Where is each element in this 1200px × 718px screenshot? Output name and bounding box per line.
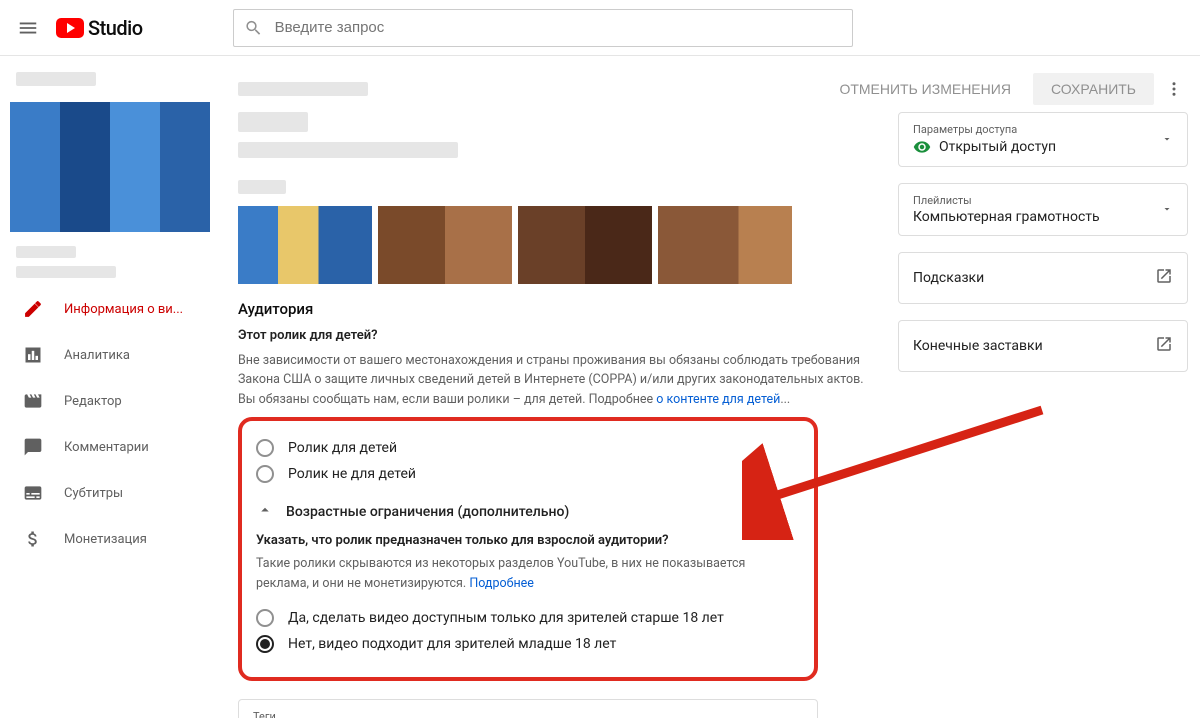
- chat-icon: [22, 436, 44, 458]
- youtube-icon: [56, 18, 84, 38]
- dropdown-arrow-icon: [1161, 200, 1173, 219]
- coppa-link[interactable]: о контенте для детей: [656, 392, 780, 407]
- more-options-icon[interactable]: [1164, 80, 1184, 98]
- thumbnail-option[interactable]: [658, 206, 792, 284]
- sidebar-item-label: Комментарии: [64, 440, 149, 455]
- radio-label: Ролик для детей: [288, 440, 397, 456]
- visibility-card[interactable]: Параметры доступа Открытый доступ: [898, 112, 1188, 167]
- cards-card[interactable]: Подсказки: [898, 252, 1188, 304]
- sidebar-item-comments[interactable]: Комментарии: [0, 424, 220, 470]
- sidebar-item-label: Редактор: [64, 394, 122, 409]
- save-button[interactable]: СОХРАНИТЬ: [1033, 73, 1154, 105]
- radio-adult-yes[interactable]: Да, сделать видео доступным только для з…: [256, 609, 800, 627]
- radio-adult-no[interactable]: Нет, видео подходит для зрителей младше …: [256, 635, 800, 653]
- search-icon: [244, 18, 263, 38]
- dropdown-arrow-icon: [1161, 130, 1173, 149]
- clapper-icon: [22, 390, 44, 412]
- sidebar-item-subtitles[interactable]: Субтитры: [0, 470, 220, 516]
- visibility-public-icon: [913, 138, 931, 156]
- playlists-value: Компьютерная грамотность: [913, 209, 1100, 225]
- playlists-label: Плейлисты: [913, 194, 1100, 207]
- video-thumbnail-large: [10, 102, 210, 232]
- subtitle-icon: [22, 482, 44, 504]
- radio-icon-checked: [256, 635, 274, 653]
- age-question: Указать, что ролик предназначен только д…: [256, 533, 800, 548]
- radio-label: Нет, видео подходит для зрителей младше …: [288, 636, 616, 652]
- highlighted-settings-box: Ролик для детей Ролик не для детей Возра…: [238, 417, 818, 681]
- sidebar-item-label: Субтитры: [64, 486, 123, 501]
- sidebar-item-label: Аналитика: [64, 348, 130, 363]
- radio-for-kids[interactable]: Ролик для детей: [256, 439, 800, 457]
- tags-field[interactable]: Теги: [238, 699, 818, 718]
- sidebar: Информация о ви... Аналитика Редактор Ко…: [0, 56, 220, 718]
- logo-text: Studio: [88, 16, 143, 40]
- radio-icon: [256, 439, 274, 457]
- age-restriction-expander[interactable]: Возрастные ограничения (дополнительно): [256, 501, 800, 523]
- sidebar-item-label: Информация о ви...: [64, 302, 183, 317]
- sidebar-item-editor[interactable]: Редактор: [0, 378, 220, 424]
- age-description: Такие ролики скрываются из некоторых раз…: [256, 554, 800, 593]
- end-screens-label: Конечные заставки: [913, 338, 1043, 354]
- end-screens-card[interactable]: Конечные заставки: [898, 320, 1188, 372]
- studio-logo[interactable]: Studio: [56, 16, 143, 40]
- tags-label: Теги: [253, 710, 803, 718]
- visibility-value: Открытый доступ: [939, 139, 1056, 155]
- sidebar-item-monetization[interactable]: Монетизация: [0, 516, 220, 562]
- pencil-icon: [22, 298, 44, 320]
- search-box[interactable]: [233, 9, 853, 47]
- audience-description: Вне зависимости от вашего местонахождени…: [238, 351, 880, 409]
- radio-not-for-kids[interactable]: Ролик не для детей: [256, 465, 800, 483]
- hamburger-menu-icon[interactable]: [16, 16, 40, 40]
- expander-label: Возрастные ограничения (дополнительно): [286, 504, 569, 520]
- dollar-icon: [22, 528, 44, 550]
- chart-icon: [22, 344, 44, 366]
- search-input[interactable]: [275, 19, 842, 36]
- cards-label: Подсказки: [913, 270, 984, 286]
- radio-icon: [256, 465, 274, 483]
- sidebar-item-label: Монетизация: [64, 532, 147, 547]
- chevron-up-icon: [256, 501, 274, 523]
- open-external-icon: [1155, 267, 1173, 289]
- audience-question: Этот ролик для детей?: [238, 328, 880, 343]
- discard-button[interactable]: ОТМЕНИТЬ ИЗМЕНЕНИЯ: [825, 73, 1025, 105]
- thumbnail-option[interactable]: [518, 206, 652, 284]
- radio-icon: [256, 609, 274, 627]
- sidebar-item-analytics[interactable]: Аналитика: [0, 332, 220, 378]
- open-external-icon: [1155, 335, 1173, 357]
- visibility-label: Параметры доступа: [913, 123, 1056, 136]
- learn-more-link[interactable]: Подробнее: [469, 576, 534, 591]
- radio-label: Да, сделать видео доступным только для з…: [288, 610, 724, 626]
- audience-heading: Аудитория: [238, 300, 880, 318]
- thumbnail-option[interactable]: [378, 206, 512, 284]
- playlists-card[interactable]: Плейлисты Компьютерная грамотность: [898, 183, 1188, 236]
- sidebar-item-info[interactable]: Информация о ви...: [0, 286, 220, 332]
- thumbnail-option[interactable]: [238, 206, 372, 284]
- radio-label: Ролик не для детей: [288, 466, 416, 482]
